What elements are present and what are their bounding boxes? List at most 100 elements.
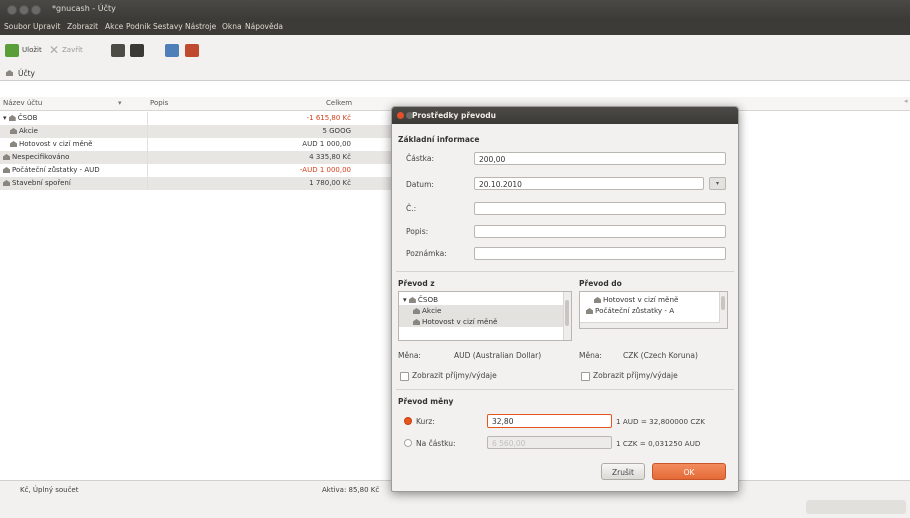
bank-icon (10, 141, 17, 147)
divider (396, 271, 734, 272)
transfer-dialog: Prostředky převodu Základní informace Čá… (391, 106, 739, 492)
bank-icon (6, 70, 13, 76)
vertical-scrollbar[interactable] (563, 292, 571, 340)
menu-sestavy[interactable]: Sestavy (153, 22, 183, 31)
account-name: Akcie (10, 125, 38, 138)
window-titlebar: *gnucash - Účty (0, 0, 910, 19)
table-row[interactable]: Nespecifikováno 4 335,80 Kč (0, 151, 395, 164)
dialog-close-icon[interactable] (397, 112, 404, 119)
bank-icon (3, 167, 10, 173)
menu-podnik[interactable]: Podnik (126, 22, 151, 31)
tab-accounts[interactable]: Účty (2, 67, 39, 79)
tab-accounts-label: Účty (18, 68, 35, 78)
menu-zobrazit[interactable]: Zobrazit (67, 22, 98, 31)
to-amount-field: 6 560,00 (487, 436, 612, 449)
to-show-income-label: Zobrazit příjmy/výdaje (593, 371, 678, 380)
tree-row[interactable]: Hotovost v cizí měně (580, 294, 727, 305)
transfer-from-heading: Převod z (398, 279, 435, 288)
table-row[interactable]: Akcie 5 GOOG (0, 125, 395, 138)
account-name: ▾ ČSOB (3, 114, 38, 122)
save-label: Uložit (22, 46, 42, 54)
cancel-button[interactable]: Zrušit (601, 463, 645, 480)
from-show-income-checkbox[interactable] (400, 372, 409, 381)
close-label: Zavřít (62, 46, 83, 54)
rate-radio[interactable] (404, 417, 412, 425)
bank-icon (413, 319, 420, 325)
bank-icon (586, 308, 593, 314)
date-field[interactable]: 20.10.2010 (474, 177, 704, 190)
header-total[interactable]: Celkem (326, 97, 352, 110)
menu-okna[interactable]: Okna (222, 22, 242, 31)
to-show-income-checkbox[interactable] (581, 372, 590, 381)
vertical-scrollbar[interactable] (719, 292, 727, 328)
calendar-dropdown-button[interactable]: ▾ (709, 177, 726, 190)
to-account-tree[interactable]: Hotovost v cizí měně Počáteční zůstatky … (579, 291, 728, 329)
exchange-heading: Převod měny (398, 397, 454, 406)
account-name: Nespecifikováno (3, 151, 69, 164)
menu-nastroje[interactable]: Nástroje (185, 22, 216, 31)
bank-icon (594, 297, 601, 303)
bank-icon (408, 297, 416, 303)
tab-strip: Účty (0, 67, 910, 79)
table-row[interactable]: Stavební spoření 1 780,00 Kč (0, 177, 395, 190)
num-field[interactable] (474, 202, 726, 215)
memo-field[interactable] (474, 247, 726, 260)
from-show-income-label: Zobrazit příjmy/výdaje (412, 371, 497, 380)
account-total: 4 335,80 Kč (309, 153, 351, 161)
account-name: Počáteční zůstatky - AUD (3, 164, 100, 177)
status-assets: Aktiva: 85,80 Kč (322, 486, 380, 494)
minimize-window-icon[interactable] (19, 5, 29, 15)
tree-row[interactable]: Počáteční zůstatky - A (580, 305, 726, 316)
print-icon[interactable] (130, 44, 144, 57)
tree-row[interactable]: ▾ ČSOB (399, 294, 568, 305)
header-description[interactable]: Popis (150, 97, 168, 110)
memo-label: Poznámka: (406, 249, 447, 258)
close-window-icon[interactable] (7, 5, 17, 15)
rate-field[interactable]: 32,80 (487, 414, 612, 428)
header-name[interactable]: Název účtu (3, 97, 42, 110)
from-account-tree[interactable]: ▾ ČSOB Akcie Hotovost v cizí měně (398, 291, 572, 341)
expander-icon[interactable]: ▾ (403, 295, 409, 304)
horizontal-scrollbar[interactable] (580, 322, 720, 328)
dialog-title: Prostředky převodu (412, 111, 496, 120)
menu-upravit[interactable]: Upravit (33, 22, 60, 31)
to-currency-value: CZK (Czech Koruna) (623, 351, 698, 360)
delete-account-icon[interactable] (185, 44, 199, 57)
to-amount-radio[interactable] (404, 439, 412, 447)
account-total: AUD 1 000,00 (302, 140, 351, 148)
divider (396, 389, 734, 390)
tree-row[interactable]: Hotovost v cizí měně (399, 316, 571, 327)
table-row[interactable]: Hotovost v cizí měně AUD 1 000,00 (0, 138, 395, 151)
status-total-label: Kč, Úplný součet (20, 486, 79, 494)
menu-napoveda[interactable]: Nápověda (245, 22, 283, 31)
tree-row[interactable]: Akcie (399, 305, 571, 316)
amount-field[interactable]: 200,00 (474, 152, 726, 165)
horizontal-scrollbar[interactable] (806, 500, 906, 514)
open-icon[interactable] (111, 44, 125, 57)
menu-akce[interactable]: Akce (105, 22, 123, 31)
maximize-window-icon[interactable] (31, 5, 41, 15)
inverse-rate-text: 1 CZK = 0,031250 AUD (616, 439, 701, 448)
ok-button[interactable]: OK (652, 463, 726, 480)
description-field[interactable] (474, 225, 726, 238)
basic-info-heading: Základní informace (398, 135, 480, 144)
toolbar: Uložit ✕ Zavřít (0, 35, 910, 67)
table-row[interactable]: Počáteční zůstatky - AUD -AUD 1 000,00 (0, 164, 395, 177)
column-chooser-icon[interactable]: ◂ (904, 97, 909, 110)
bank-icon (8, 115, 16, 121)
date-label: Datum: (406, 180, 434, 189)
account-total: 5 GOOG (322, 127, 351, 135)
rate-text: 1 AUD = 32,800000 CZK (616, 417, 705, 426)
rate-label: Kurz: (416, 417, 435, 426)
account-total: -1 615,80 Kč (306, 114, 351, 122)
transfer-to-heading: Převod do (579, 279, 622, 288)
save-icon (5, 44, 19, 57)
table-row[interactable]: ▾ ČSOB -1 615,80 Kč (0, 112, 395, 125)
new-account-icon[interactable] (165, 44, 179, 57)
account-name: Hotovost v cizí měně (10, 138, 93, 151)
amount-label: Částka: (406, 154, 435, 163)
account-total: -AUD 1 000,00 (299, 166, 351, 174)
menu-soubor[interactable]: Soubor (4, 22, 31, 31)
expander-icon[interactable]: ▾ (3, 114, 9, 122)
description-label: Popis: (406, 227, 429, 236)
